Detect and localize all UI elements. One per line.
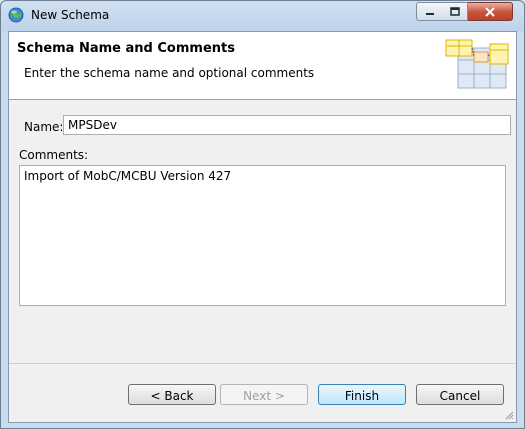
name-input[interactable] — [63, 115, 511, 135]
globe-icon — [8, 7, 24, 23]
minimize-icon — [425, 12, 434, 15]
comments-textarea[interactable]: Import of MobC/MCBU Version 427 — [19, 165, 506, 306]
resize-grip-icon[interactable] — [504, 410, 514, 420]
next-button[interactable]: Next > — [220, 384, 308, 405]
button-separator — [9, 363, 516, 364]
name-label: Name: — [24, 120, 64, 134]
cancel-button[interactable]: Cancel — [416, 384, 504, 405]
close-button[interactable] — [468, 2, 513, 21]
finish-button[interactable]: Finish — [318, 384, 406, 405]
page-description: Enter the schema name and optional comme… — [24, 66, 315, 80]
window-title: New Schema — [31, 8, 110, 22]
maximize-icon — [449, 7, 460, 16]
page-title: Schema Name and Comments — [17, 41, 235, 56]
schema-tables-icon — [445, 39, 509, 89]
comments-label: Comments: — [19, 148, 89, 162]
minimize-button[interactable] — [416, 2, 443, 21]
title-bar[interactable]: New Schema — [1, 1, 524, 31]
back-button[interactable]: < Back — [128, 384, 216, 405]
dialog-window: New Schema Schema Name and Comments Ente… — [0, 0, 525, 429]
wizard-header: Schema Name and Comments Enter the schem… — [9, 32, 516, 100]
dialog-content: Schema Name and Comments Enter the schem… — [8, 31, 517, 423]
maximize-button[interactable] — [442, 2, 468, 21]
close-icon — [485, 6, 495, 17]
